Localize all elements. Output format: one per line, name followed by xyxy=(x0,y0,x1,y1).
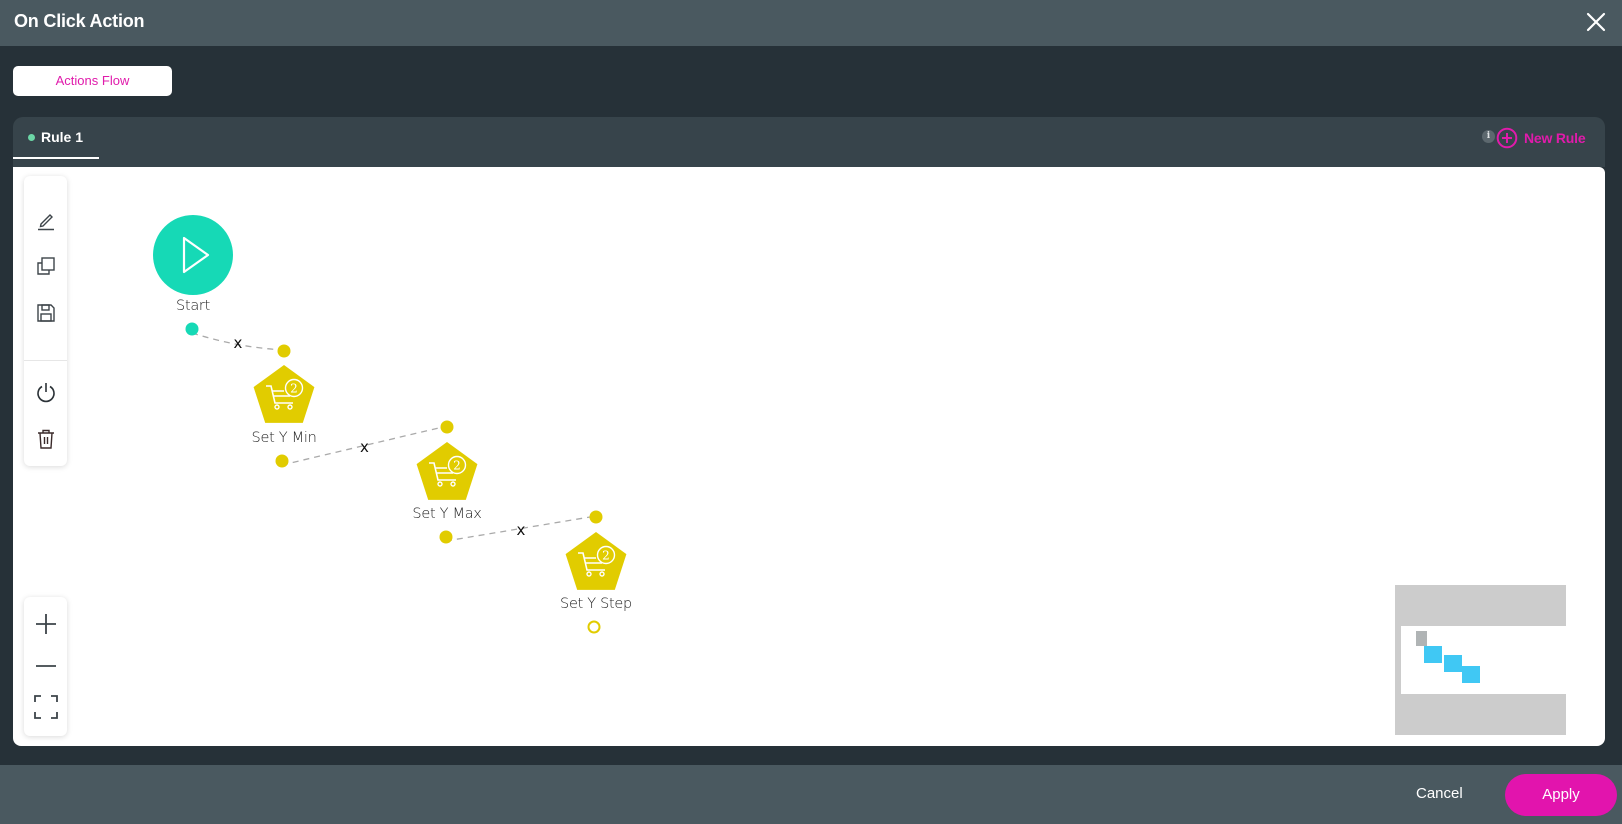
save-icon xyxy=(37,304,55,322)
cancel-button[interactable]: Cancel xyxy=(1416,785,1463,802)
remove-edge-button[interactable]: x xyxy=(234,334,243,352)
remove-edge-button[interactable]: x xyxy=(517,521,526,539)
power-icon xyxy=(37,383,55,403)
node-label: Start xyxy=(176,298,210,314)
action-node-pentagon[interactable] xyxy=(565,532,627,590)
fit-screen-button[interactable] xyxy=(33,694,59,720)
svg-text:2: 2 xyxy=(290,382,298,396)
toolbar-divider xyxy=(24,360,67,361)
minimap-node-set-y-min xyxy=(1424,646,1442,663)
close-icon xyxy=(1586,12,1606,32)
rule-status-dot xyxy=(28,134,35,141)
output-port[interactable] xyxy=(185,322,199,336)
dialog-header: On Click Action xyxy=(0,0,1622,46)
minimap-node-set-y-step xyxy=(1462,666,1480,683)
minimap-node-set-y-max xyxy=(1444,655,1462,672)
flow-node-set-y-max[interactable]: 2 xyxy=(416,420,478,544)
minimap-node-start xyxy=(1416,631,1427,646)
node-label: Set Y Max xyxy=(412,506,482,522)
rule-tabs-bar: Rule 1 i New Rule xyxy=(13,117,1605,167)
fit-screen-icon xyxy=(34,695,58,719)
trash-icon xyxy=(38,429,54,449)
input-port[interactable] xyxy=(440,420,454,434)
edit-icon xyxy=(38,214,54,231)
zoom-in-icon xyxy=(36,614,56,634)
new-rule-button[interactable]: New Rule xyxy=(1496,126,1586,150)
node-label: Set Y Step xyxy=(560,596,632,612)
copy-icon xyxy=(37,257,55,275)
plus-circle-icon xyxy=(1496,127,1518,149)
start-node-circle[interactable] xyxy=(153,215,233,295)
zoom-in-button[interactable] xyxy=(33,611,59,637)
remove-edge-button[interactable]: x xyxy=(360,438,369,456)
power-button[interactable] xyxy=(33,379,59,405)
minimap-viewport[interactable] xyxy=(1401,626,1588,694)
apply-button[interactable]: Apply xyxy=(1505,774,1617,816)
minimap[interactable] xyxy=(1395,585,1588,735)
node-label: Set Y Min xyxy=(251,430,317,446)
flow-node-set-y-min[interactable]: 2 xyxy=(253,344,315,468)
new-rule-label: New Rule xyxy=(1524,130,1586,146)
zoom-controls xyxy=(24,597,67,736)
dialog-title: On Click Action xyxy=(14,11,145,31)
input-port[interactable] xyxy=(589,510,603,524)
edit-button[interactable] xyxy=(33,207,59,233)
output-port[interactable] xyxy=(275,454,289,468)
tab-actions-flow[interactable]: Actions Flow xyxy=(13,66,172,96)
zoom-out-icon xyxy=(36,665,56,667)
output-port-empty[interactable] xyxy=(587,620,601,634)
rule-tab-label: Rule 1 xyxy=(41,129,84,145)
flow-node-start[interactable] xyxy=(153,215,233,336)
action-node-pentagon[interactable] xyxy=(416,442,478,500)
output-port[interactable] xyxy=(439,530,453,544)
flow-canvas[interactable]: 2 2 2 x x x Start Set Y Min Set Y Max Set Y Step xyxy=(13,167,1605,746)
save-button[interactable] xyxy=(33,300,59,326)
svg-text:2: 2 xyxy=(602,549,610,563)
input-port[interactable] xyxy=(277,344,291,358)
flow-graph: 2 2 2 xyxy=(153,215,627,634)
rule-tab-rule-1[interactable]: Rule 1 xyxy=(13,117,99,159)
info-icon[interactable]: i xyxy=(1482,130,1495,143)
svg-text:2: 2 xyxy=(453,459,461,473)
copy-button[interactable] xyxy=(33,253,59,279)
canvas-toolbar xyxy=(24,176,67,466)
action-node-pentagon[interactable] xyxy=(253,365,315,423)
dialog-footer: Cancel Apply xyxy=(0,765,1622,824)
close-button[interactable] xyxy=(1584,10,1608,34)
zoom-out-button[interactable] xyxy=(33,653,59,679)
delete-button[interactable] xyxy=(33,426,59,452)
flow-node-set-y-step[interactable]: 2 xyxy=(565,510,627,634)
